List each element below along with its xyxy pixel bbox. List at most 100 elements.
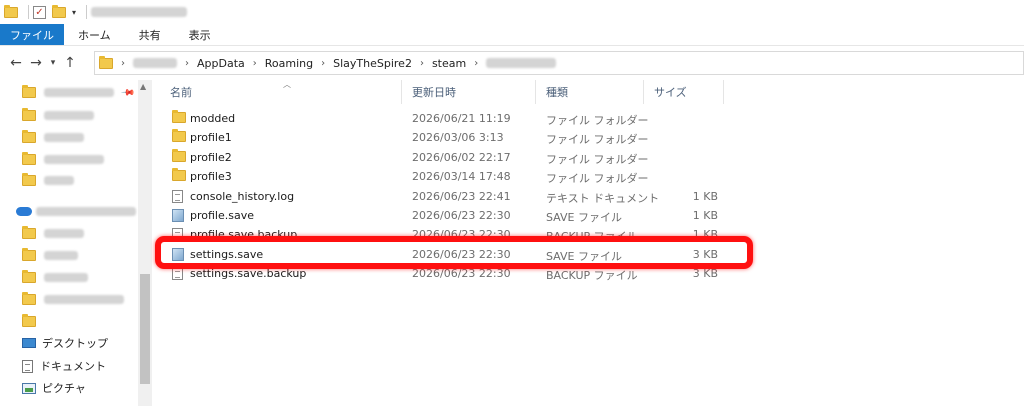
onedrive-folder-item[interactable] [22, 223, 84, 243]
customize-quick-access-icon[interactable]: ▾ [72, 8, 76, 17]
tab-file[interactable]: ファイル [0, 24, 64, 45]
file-type: テキスト ドキュメント [546, 192, 660, 205]
folder-icon [22, 107, 36, 121]
nav-item-documents[interactable]: ドキュメント [22, 356, 106, 376]
tab-share[interactable]: 共有 [125, 24, 175, 45]
column-header-name[interactable]: 名前 [160, 80, 402, 104]
file-name: profile1 [190, 131, 232, 144]
folder-icon [172, 129, 186, 145]
onedrive-folder-item[interactable] [22, 267, 88, 287]
up-icon[interactable]: ↑ [60, 55, 80, 71]
desktop-icon [22, 338, 36, 348]
highlight-box [155, 236, 753, 269]
file-date: 2026/03/14 17:48 [412, 170, 511, 183]
back-icon[interactable]: ← [6, 55, 26, 71]
file-row[interactable]: console_history.log 2026/06/23 22:41 テキスト … [170, 187, 740, 206]
tab-view[interactable]: 表示 [175, 24, 225, 45]
quick-access-item[interactable] [22, 127, 84, 147]
window-title-redacted [91, 7, 188, 17]
folder-label-redacted [44, 272, 88, 282]
breadcrumb-appdata[interactable]: AppData [197, 57, 245, 70]
file-date: 2026/06/21 11:19 [412, 112, 511, 125]
file-type: ファイル フォルダー [546, 114, 649, 127]
onedrive-folder-item[interactable] [22, 311, 44, 331]
folder-icon [22, 84, 36, 98]
folder-icon [172, 149, 186, 165]
onedrive-item[interactable] [16, 201, 136, 221]
properties-icon[interactable]: ✓ [33, 5, 46, 19]
steam-id-redacted[interactable] [486, 58, 557, 68]
new-folder-icon[interactable] [52, 4, 66, 18]
column-header-type[interactable]: 種類 [536, 80, 644, 104]
user-folder-redacted[interactable] [133, 58, 177, 68]
chevron-right-icon[interactable]: › [185, 58, 189, 69]
folder-icon [22, 151, 36, 165]
file-row[interactable]: profile2 2026/06/02 22:17 ファイル フォルダー [170, 148, 740, 167]
pictures-icon [22, 382, 36, 394]
navigation-pane: 📌 デスクトップ ドキュメント ピクチャ ▲ [0, 80, 152, 406]
column-header-date[interactable]: 更新日時 [402, 80, 536, 104]
nav-item-desktop[interactable]: デスクトップ [22, 333, 108, 353]
quick-access-item[interactable] [22, 149, 104, 169]
folder-icon [4, 4, 18, 18]
chevron-right-icon[interactable]: › [420, 58, 424, 69]
file-date: 2026/06/23 22:41 [412, 190, 511, 203]
column-header-size[interactable]: サイズ [644, 80, 724, 104]
onedrive-folder-item[interactable] [22, 289, 124, 309]
file-name: console_history.log [190, 190, 295, 203]
file-name: profile.save [190, 209, 254, 222]
scroll-up-icon[interactable]: ▲ [140, 82, 146, 91]
file-date: 2026/03/06 3:13 [412, 131, 504, 144]
nav-item-pictures[interactable]: ピクチャ [22, 378, 86, 398]
folder-label-redacted [44, 294, 124, 304]
quick-access-item[interactable] [22, 82, 114, 102]
folder-label-redacted [44, 228, 84, 238]
file-type: SAVE ファイル [546, 211, 622, 224]
breadcrumb-steam[interactable]: steam [432, 57, 466, 70]
folder-icon [99, 55, 113, 69]
title-bar: ✓ ▾ [0, 0, 1024, 24]
folder-icon [22, 225, 36, 239]
breadcrumb-slaythespire2[interactable]: SlayTheSpire2 [333, 57, 412, 70]
file-row[interactable]: profile3 2026/03/14 17:48 ファイル フォルダー [170, 167, 740, 186]
nav-label-pictures: ピクチャ [42, 382, 86, 395]
folder-icon [22, 129, 36, 143]
quick-access-label-redacted [44, 175, 74, 185]
file-type: BACKUP ファイル [546, 269, 638, 282]
file-name: profile2 [190, 151, 232, 164]
file-type: ファイル フォルダー [546, 153, 649, 166]
quick-access-label-redacted [44, 110, 94, 120]
file-row[interactable]: profile1 2026/03/06 3:13 ファイル フォルダー [170, 128, 740, 147]
quick-access-label-redacted [44, 87, 114, 97]
address-bar[interactable]: › › AppData › Roaming › SlayTheSpire2 › … [94, 51, 1024, 75]
recent-locations-icon[interactable]: ▾ [46, 58, 60, 68]
navigation-bar: ← → ▾ ↑ › › AppData › Roaming › SlayTheS… [0, 46, 1024, 80]
folder-icon [22, 172, 36, 186]
chevron-right-icon[interactable]: › [321, 58, 325, 69]
ribbon-tabs: ファイル ホーム 共有 表示 [0, 24, 1024, 46]
folder-label-redacted [44, 250, 78, 260]
chevron-right-icon[interactable]: › [253, 58, 257, 69]
folder-icon [172, 110, 186, 126]
forward-icon[interactable]: → [26, 55, 46, 71]
breadcrumb-roaming[interactable]: Roaming [265, 57, 313, 70]
quick-access-label-redacted [44, 132, 84, 142]
tab-home[interactable]: ホーム [64, 24, 125, 45]
onedrive-icon [16, 206, 32, 216]
quick-access-label-redacted [44, 154, 104, 164]
nav-label-desktop: デスクトップ [42, 337, 108, 350]
folder-icon [22, 269, 36, 283]
file-row[interactable]: modded 2026/06/21 11:19 ファイル フォルダー [170, 109, 740, 128]
onedrive-label-redacted [36, 206, 136, 216]
save-file-icon [172, 209, 184, 225]
onedrive-folder-item[interactable] [22, 245, 78, 265]
pin-icon: 📌 [120, 85, 136, 101]
quick-access-item[interactable] [22, 170, 74, 190]
chevron-right-icon[interactable]: › [474, 58, 478, 69]
file-row[interactable]: profile.save 2026/06/23 22:30 SAVE ファイル 1 K… [170, 206, 740, 225]
file-size: 1 KB [692, 190, 718, 203]
folder-icon [22, 247, 36, 261]
chevron-right-icon[interactable]: › [121, 58, 125, 69]
quick-access-item[interactable] [22, 105, 94, 125]
nav-scrollbar-thumb[interactable] [140, 274, 150, 384]
